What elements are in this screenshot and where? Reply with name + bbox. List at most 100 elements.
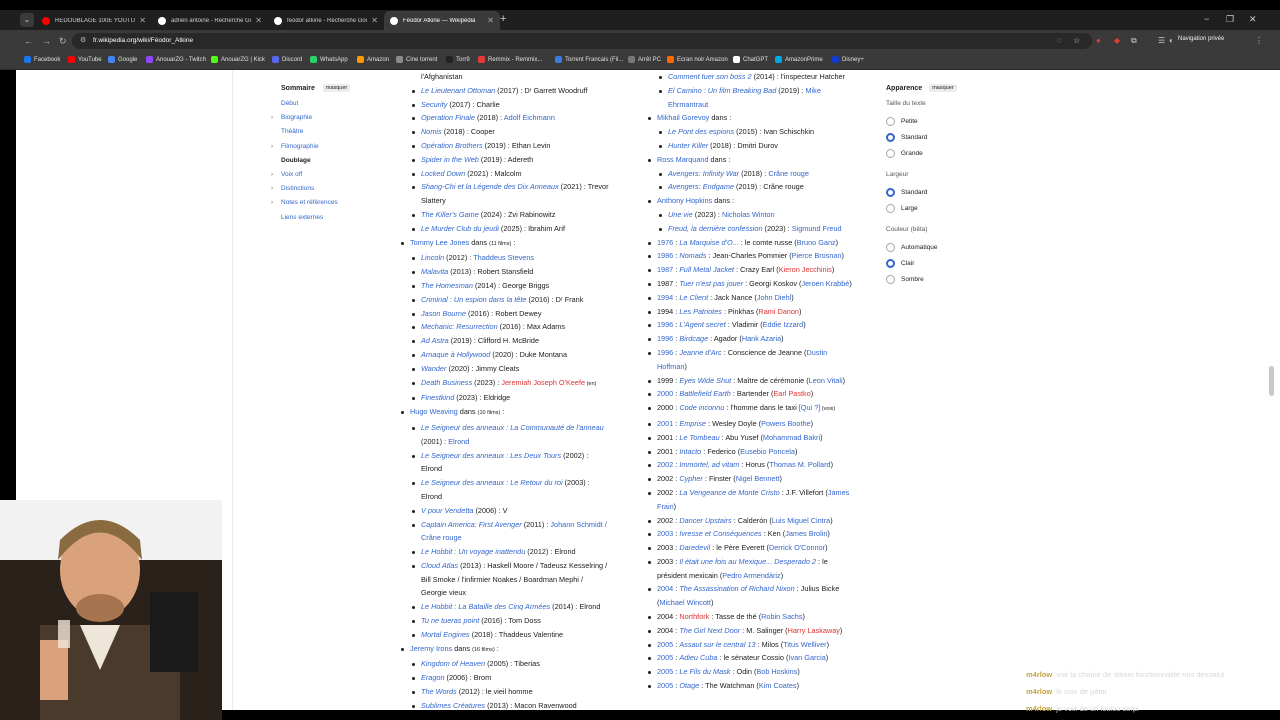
title-link[interactable]: La Marquise d'O... xyxy=(679,238,738,247)
title-link[interactable]: Finestkind xyxy=(421,393,454,402)
wiki-link[interactable]: Titus Welliver xyxy=(783,640,826,649)
wiki-link[interactable]: Jeremy Irons xyxy=(410,644,452,653)
wiki-link[interactable]: Luis Miguel Cintra xyxy=(772,516,830,525)
scrollbar-thumb[interactable] xyxy=(1269,366,1274,396)
wiki-link[interactable]: Leon Vitali xyxy=(809,376,843,385)
wiki-link[interactable]: 2001 xyxy=(657,419,673,428)
title-link[interactable]: Otage xyxy=(679,681,699,690)
browser-tab[interactable]: feodor atkine - Recherche Goo ✕ xyxy=(268,11,384,30)
wiki-link[interactable]: Hugo Weaving xyxy=(410,407,458,416)
title-link[interactable]: Cypher xyxy=(679,474,703,483)
wiki-link[interactable]: Thaddeus Stevens xyxy=(473,253,534,262)
tab-close-icon[interactable]: ✕ xyxy=(487,16,494,25)
extension-adblock-icon[interactable]: ● xyxy=(1096,35,1101,47)
title-link[interactable]: Mechanic: Resurrection xyxy=(421,322,498,331)
title-link[interactable]: Sublimes Créatures xyxy=(421,701,485,710)
radio-button[interactable] xyxy=(886,203,895,213)
wiki-link[interactable]: 1996 xyxy=(657,334,673,343)
bookmark-item[interactable]: Torr9 xyxy=(446,56,470,63)
appearance-option[interactable]: Petite xyxy=(886,113,1006,129)
wiki-link[interactable]: Dustin xyxy=(806,348,827,357)
wiki-link[interactable]: Eusebio Poncela xyxy=(740,447,795,456)
title-link[interactable]: V pour Vendetta xyxy=(421,506,473,515)
missing-page-link[interactable]: Jeremiah Joseph O'Keefe xyxy=(501,378,585,387)
side-panel-icon[interactable]: ☰ xyxy=(1158,35,1165,47)
missing-page-link[interactable]: Earl Pastko xyxy=(773,389,810,398)
close-window-button[interactable]: ✕ xyxy=(1249,14,1257,24)
wiki-link[interactable]: 1996 xyxy=(657,348,673,357)
title-link[interactable]: Le Seigneur des anneaux : Le Retour du r… xyxy=(421,478,563,487)
toc-item[interactable]: Liens externes xyxy=(281,212,391,226)
wiki-link[interactable]: Thomas M. Pollard xyxy=(769,460,830,469)
title-link[interactable]: Le Lieutenant Ottoman xyxy=(421,86,495,95)
title-link[interactable]: Birdcage xyxy=(679,334,708,343)
wiki-link[interactable]: 1986 xyxy=(657,251,673,260)
bookmark-item[interactable]: Ecran noir Amazon xyxy=(667,56,728,63)
wiki-link[interactable]: Sigmund Freud xyxy=(792,224,842,233)
toc-item[interactable]: Doublage xyxy=(281,155,391,169)
title-link[interactable]: Captain America: First Avenger xyxy=(421,520,522,529)
radio-button[interactable] xyxy=(886,274,895,284)
address-bar[interactable]: ⚙ fr.wikipedia.org/wiki/Féodor_Atkine xyxy=(72,33,1092,49)
title-link[interactable]: Dancer Upstairs xyxy=(679,516,731,525)
site-info-icon[interactable]: ⚙ xyxy=(80,36,86,44)
title-link[interactable]: Death Business xyxy=(421,378,472,387)
wiki-link[interactable]: Hoffman xyxy=(657,362,684,371)
title-link[interactable]: Battlefield Earth xyxy=(679,389,731,398)
bookmark-item[interactable]: Discord xyxy=(272,56,302,63)
appearance-option[interactable]: Standard xyxy=(886,129,1006,145)
title-link[interactable]: The Homesman xyxy=(421,281,473,290)
title-link[interactable]: Ivresse et Conséquences xyxy=(679,529,761,538)
wiki-link[interactable]: Bob Hoskins xyxy=(756,667,797,676)
wiki-link[interactable]: Pedro Armendáriz xyxy=(722,571,780,580)
wiki-link[interactable]: Mike xyxy=(805,86,820,95)
title-link[interactable]: Full Metal Jacket xyxy=(679,265,734,274)
missing-page-link[interactable]: Harry Laskaway xyxy=(788,626,840,635)
wiki-link[interactable]: Eddie Izzard xyxy=(763,320,804,329)
wiki-link[interactable]: Powers Boothe xyxy=(761,419,811,428)
appearance-option[interactable]: Automatique xyxy=(886,239,1006,255)
title-link[interactable]: Malavita xyxy=(421,267,448,276)
title-link[interactable]: Adieu Cuba xyxy=(679,653,717,662)
chevron-right-icon[interactable]: › xyxy=(271,141,273,153)
title-link[interactable]: Arnaque à Hollywood xyxy=(421,350,490,359)
wiki-link[interactable]: Hank Azaria xyxy=(742,334,781,343)
eye-off-icon[interactable]: ◌ xyxy=(1057,35,1062,47)
wiki-link[interactable]: Mohammad Bakri xyxy=(763,433,820,442)
wiki-link[interactable]: James Brolin xyxy=(785,529,827,538)
title-link[interactable]: Spider in the Web xyxy=(421,155,479,164)
wiki-link[interactable]: Frain xyxy=(657,502,674,511)
title-link[interactable]: Freud, la dernière confession xyxy=(668,224,763,233)
restore-button[interactable]: ❐ xyxy=(1226,14,1234,24)
wiki-link[interactable]: 2005 xyxy=(657,653,673,662)
wiki-link[interactable]: Ivan Garcia xyxy=(788,653,825,662)
appearance-option[interactable]: Clair xyxy=(886,255,1006,271)
title-link[interactable]: Une vie xyxy=(668,210,693,219)
toc-item[interactable]: › Distinctions xyxy=(271,183,391,197)
wiki-link[interactable]: Robin Sachs xyxy=(761,612,802,621)
appearance-option[interactable]: Large xyxy=(886,200,1006,216)
appearance-option[interactable]: Sombre xyxy=(886,271,1006,287)
title-link[interactable]: Avengers: Endgame xyxy=(668,182,734,191)
browser-tab[interactable]: adrien antoine - Recherche Goo ✕ xyxy=(152,11,268,30)
wiki-link[interactable]: 1994 xyxy=(657,293,673,302)
bookmark-item[interactable]: Arrêt PC xyxy=(628,56,661,63)
title-link[interactable]: Opération Brothers xyxy=(421,141,483,150)
wiki-link[interactable]: 1996 xyxy=(657,320,673,329)
chevron-right-icon[interactable]: › xyxy=(271,169,273,181)
wiki-link[interactable]: Crâne rouge xyxy=(421,533,462,542)
tab-close-icon[interactable]: ✕ xyxy=(139,16,146,25)
wiki-link[interactable]: Michael Wincott xyxy=(659,598,711,607)
back-button[interactable]: ← xyxy=(24,35,33,47)
title-link[interactable]: Jason Bourne xyxy=(421,309,466,318)
wiki-link[interactable]: Jeroen Krabbé xyxy=(801,279,849,288)
wiki-link[interactable]: Anthony Hopkins xyxy=(657,196,712,205)
bookmark-item[interactable]: Cine torrent xyxy=(396,56,437,63)
missing-page-link[interactable]: Northfork xyxy=(679,612,709,621)
appearance-hide-button[interactable]: masquer xyxy=(929,84,957,92)
title-link[interactable]: Kingdom of Heaven xyxy=(421,659,485,668)
title-link[interactable]: Tuer n'est pas jouer xyxy=(679,279,743,288)
wiki-link[interactable]: Nicholas Winton xyxy=(722,210,775,219)
title-link[interactable]: Le Murder Club du jeudi xyxy=(421,224,499,233)
chevron-right-icon[interactable]: › xyxy=(271,183,273,195)
